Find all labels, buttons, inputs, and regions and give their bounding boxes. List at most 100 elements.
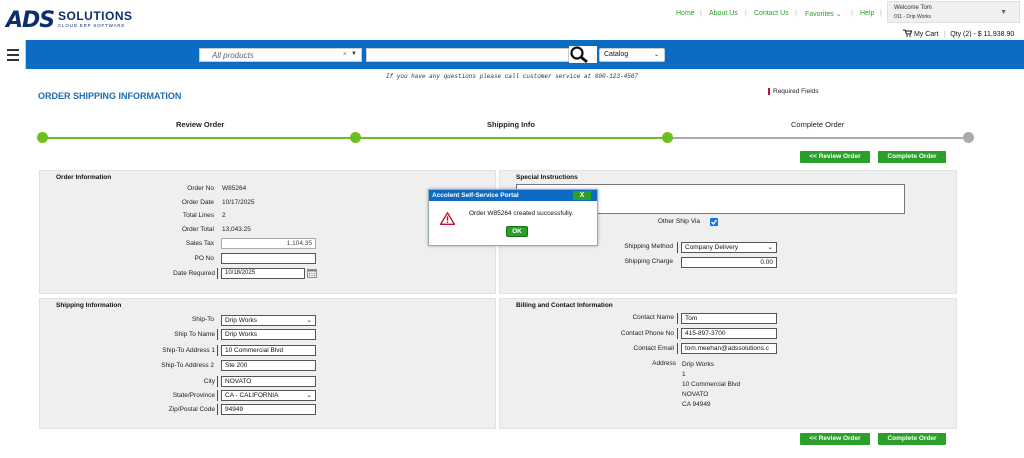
contact-phone-label: Contact Phone No [620, 330, 674, 337]
address-line: NOVATO [682, 391, 709, 398]
complete-order-button[interactable]: Complete Order [878, 151, 946, 163]
other-ship-via-checkbox[interactable] [710, 218, 718, 226]
required-indicator [217, 329, 218, 340]
complete-order-button-bottom[interactable]: Complete Order [878, 433, 946, 445]
review-order-button[interactable]: << Review Order [800, 151, 870, 163]
required-indicator [217, 376, 218, 387]
step-dot-shipping [662, 132, 673, 143]
contact-email-label: Contact Email [633, 345, 674, 352]
checkmark-icon [711, 219, 718, 225]
address-label: Address [652, 360, 676, 367]
cart-icon [903, 29, 913, 37]
special-instructions-title: Special Instructions [516, 174, 578, 181]
step-dot-waypoint [350, 132, 361, 143]
billing-address: Drip Works 1 10 Commercial Blvd NOVATO C… [682, 360, 740, 410]
warning-icon [439, 211, 456, 227]
nav-home-link[interactable]: Home [676, 10, 695, 17]
address-line: 1 [682, 371, 686, 378]
clear-icon[interactable]: × [343, 51, 347, 58]
shipping-information-title: Shipping Information [56, 302, 122, 309]
nav-about-link[interactable]: About Us [709, 10, 738, 17]
contact-email-field[interactable]: tom.meehan@adssolutions.c [681, 343, 777, 354]
product-filter-select[interactable]: All products × ▼ [199, 48, 362, 62]
ship-to-name-field[interactable]: Drip Works [221, 329, 316, 340]
nav-contact-link[interactable]: Contact Us [754, 10, 789, 17]
required-indicator [217, 404, 218, 415]
required-indicator [217, 268, 218, 279]
contact-name-field[interactable]: Tom [681, 313, 777, 324]
order-no-value: W85264 [222, 185, 247, 192]
contact-name-label: Contact Name [632, 314, 674, 321]
total-lines-value: 2 [222, 212, 226, 219]
dialog-message: Order W85264 created successfully. [469, 210, 574, 217]
ship-to-name-label: Ship To Name [174, 331, 215, 338]
hamburger-menu-icon[interactable] [0, 40, 26, 69]
order-information-title: Order Information [56, 174, 112, 181]
order-date-label: Order Date [181, 199, 214, 206]
other-ship-via-label: Other Ship Via [657, 218, 700, 225]
city-field[interactable]: NOVATO [221, 376, 316, 387]
state-label: State/Province [172, 392, 215, 399]
ship-to-address1-label: Ship-To Address 1 [162, 347, 215, 354]
chevron-down-icon: ⌄ [653, 52, 659, 58]
zip-field[interactable]: 94949 [221, 404, 316, 415]
required-fields-note: Required Fields [768, 88, 819, 95]
calendar-icon[interactable] [307, 268, 317, 278]
search-input[interactable] [366, 48, 569, 62]
catalog-select[interactable]: Catalog ⌄ [599, 48, 665, 62]
step-complete-order-label: Complete Order [791, 120, 845, 129]
date-required-field[interactable]: 10/18/2025 [221, 268, 305, 279]
sales-tax-field: 1,104.35 [221, 238, 316, 249]
nav-help-link[interactable]: Help [860, 10, 874, 17]
nav-favorites-link[interactable]: Favorites ⌄ [805, 10, 842, 18]
nav-separator: | [851, 10, 853, 17]
company-text: 011 - Drip Works [894, 14, 932, 20]
chevron-down-icon: ▼ [351, 51, 357, 57]
customer-service-notice: If you have any questions please call cu… [385, 73, 639, 80]
nav-favorites-label: Favorites [805, 11, 834, 18]
dropdown-arrow-icon: ▼ [1000, 9, 1007, 16]
ship-to-address2-field[interactable]: Ste 200 [221, 360, 316, 371]
nav-separator: | [795, 10, 797, 17]
chevron-down-icon: ⌄ [306, 317, 312, 324]
state-select[interactable]: CA - CALIFORNIA ⌄ [221, 390, 316, 401]
shipping-charge-field[interactable]: 0.00 [681, 257, 777, 268]
zip-label: Zip/Postal Code [168, 406, 215, 413]
chevron-down-icon: ⌄ [767, 244, 773, 251]
ship-to-select[interactable]: Drip Works ⌄ [221, 315, 316, 326]
review-order-button-bottom[interactable]: << Review Order [800, 433, 870, 445]
shipping-method-select[interactable]: Company Delivery ⌄ [681, 242, 777, 253]
dialog-ok-button[interactable]: OK [506, 226, 528, 237]
logo-mark: ADS [6, 8, 55, 33]
dialog-close-button[interactable]: X [573, 191, 591, 200]
order-date-value: 10/17/2025 [222, 199, 255, 206]
dialog-title: Accolent Self-Service Portal [429, 190, 597, 201]
required-indicator [677, 313, 678, 324]
po-no-field[interactable] [221, 253, 316, 264]
address-line: Drip Works [682, 361, 715, 368]
total-lines-label: Total Lines [182, 212, 214, 219]
shipping-method-value: Company Delivery [685, 244, 739, 251]
chevron-down-icon: ⌄ [835, 11, 842, 18]
order-total-value: 13,043.25 [222, 226, 251, 233]
contact-phone-field[interactable]: 415-897-3700 [681, 328, 777, 339]
logo-tagline: CLOUD ERP SOFTWARE [58, 23, 126, 28]
po-no-label: PO No [194, 255, 214, 262]
address-line: 10 Commercial Blvd [682, 381, 741, 388]
address-line: CA 94949 [682, 401, 711, 408]
account-dropdown[interactable]: Welcome Tom 011 - Drip Works ▼ [887, 1, 1020, 23]
ship-to-address1-field[interactable]: 10 Commercial Blvd [221, 345, 316, 356]
logo-text: SOLUTIONS [58, 9, 133, 23]
step-review-order-label: Review Order [176, 120, 225, 129]
chevron-down-icon: ⌄ [306, 392, 312, 399]
ship-to-label: Ship-To [191, 316, 214, 323]
search-button[interactable] [569, 46, 597, 64]
cart-summary[interactable]: My Cart | Qty (2) - $ 11,938.90 [903, 29, 1014, 38]
required-indicator [217, 390, 218, 401]
date-required-label: Date Required [173, 270, 215, 277]
shipping-charge-label: Shipping Charge [624, 258, 673, 265]
company-logo[interactable]: ADS SOLUTIONS CLOUD ERP SOFTWARE [6, 6, 141, 33]
required-indicator [677, 242, 678, 253]
cart-separator: | [943, 31, 946, 38]
page-title: ORDER SHIPPING INFORMATION [38, 91, 182, 101]
